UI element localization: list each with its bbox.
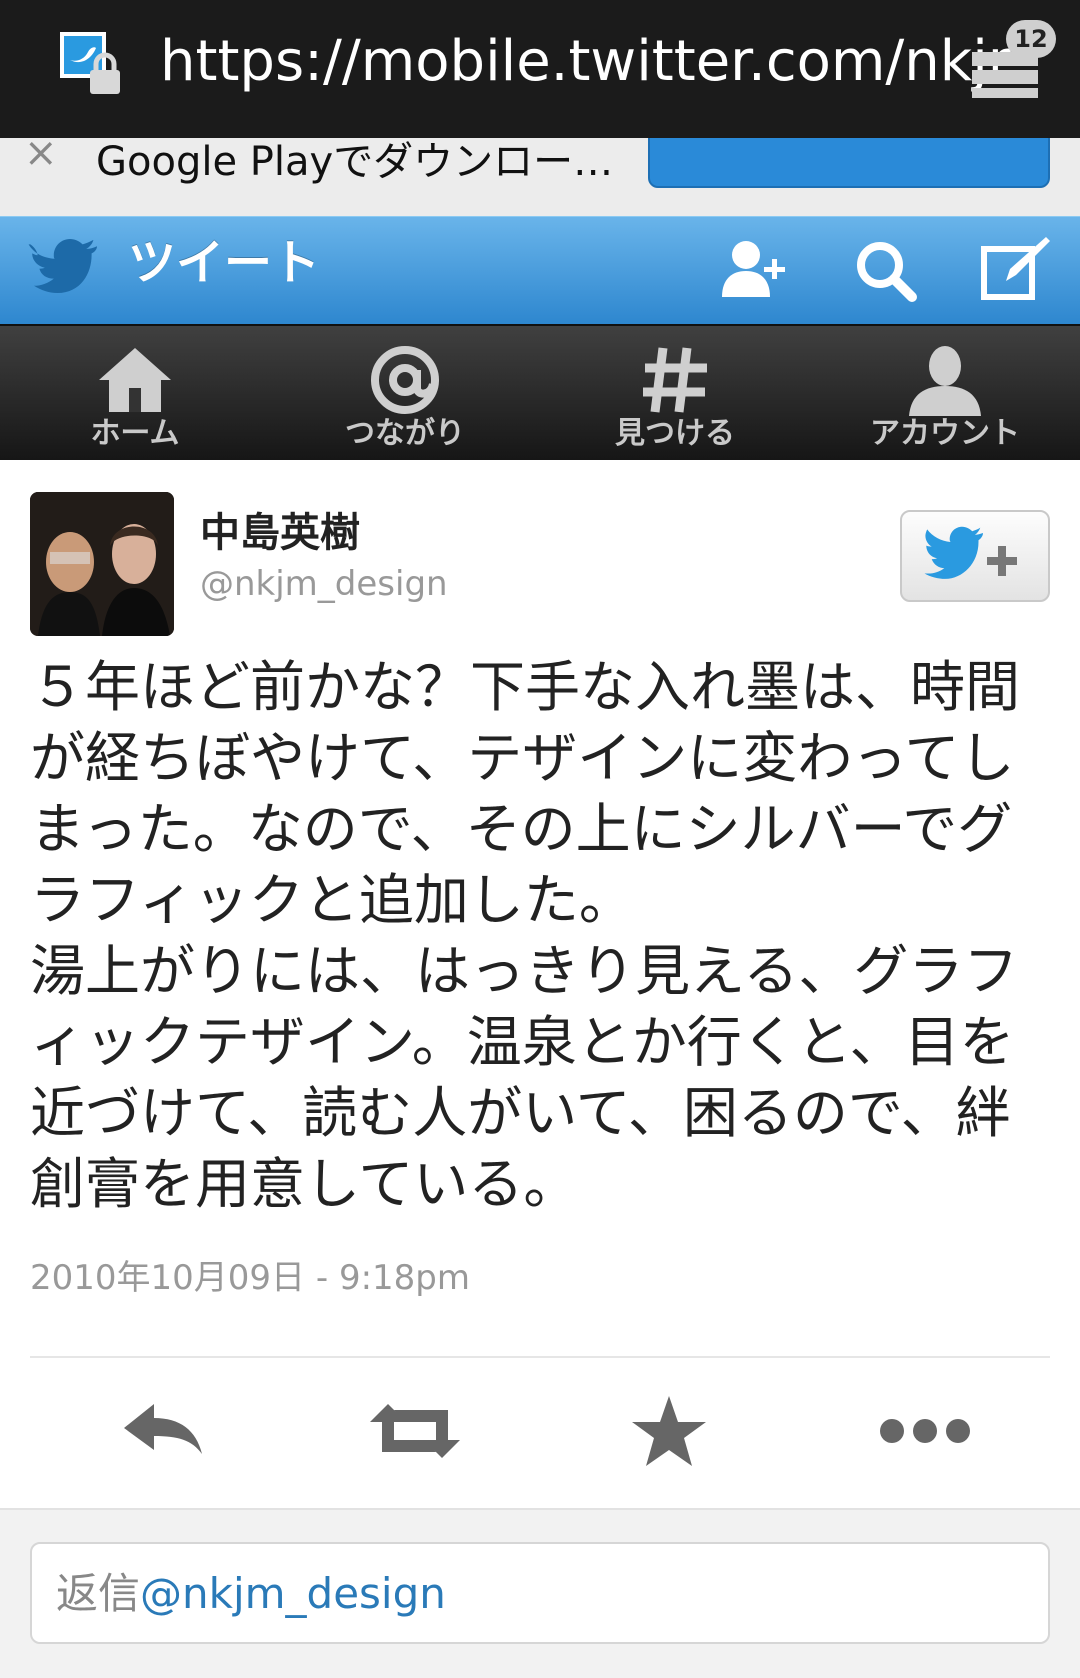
hash-icon xyxy=(643,347,707,413)
retweet-button[interactable] xyxy=(360,1386,470,1476)
browser-url-bar[interactable]: https://mobile.twitter.com/nkjr 12 xyxy=(0,0,1080,138)
retweet-icon xyxy=(370,1404,460,1458)
person-icon xyxy=(909,346,981,416)
url-text[interactable]: https://mobile.twitter.com/nkjr xyxy=(160,26,1011,98)
reply-input[interactable]: 返信@nkjm_design xyxy=(30,1542,1050,1644)
reply-input-text: 返信@nkjm_design xyxy=(56,1564,446,1624)
tweet-text: ５年ほど前かな？下手な入れ墨は、時間が経ちぼやけて、テザインに変わってしまった。… xyxy=(30,655,1021,1216)
main-nav: ホーム つながり 見つける アカウント xyxy=(0,324,1080,460)
nav-item-account[interactable]: アカウント xyxy=(810,326,1080,462)
tweet-timestamp[interactable]: 2010年10月09日 - 9:18pm xyxy=(30,1256,470,1300)
page-title: ツイート xyxy=(128,235,321,291)
divider xyxy=(30,1356,1050,1358)
star-icon xyxy=(632,1396,706,1466)
nav-label-home: ホーム xyxy=(90,416,180,451)
nav-label-connect: つながり xyxy=(345,416,465,451)
search-icon[interactable] xyxy=(850,235,924,305)
author-handle[interactable]: @nkjm_design xyxy=(200,562,448,606)
twitter-bird-icon[interactable] xyxy=(28,237,100,301)
reply-button[interactable] xyxy=(110,1386,220,1476)
avatar[interactable] xyxy=(30,492,174,636)
tab-count-badge: 12 xyxy=(1006,20,1056,58)
avatar-photo xyxy=(30,492,174,636)
reply-icon xyxy=(124,1404,202,1454)
more-icon xyxy=(880,1419,970,1443)
nav-item-connect[interactable]: つながり xyxy=(270,326,540,462)
app-download-banner: × Google Playでダウンロー… xyxy=(0,138,1080,216)
reply-mention: @nkjm_design xyxy=(140,1569,446,1618)
close-icon[interactable]: × xyxy=(24,138,58,176)
follow-button[interactable] xyxy=(900,510,1050,602)
banner-text: Google Playでダウンロー… xyxy=(96,139,614,185)
add-user-icon[interactable] xyxy=(716,235,790,305)
nav-label-discover: 見つける xyxy=(615,416,735,451)
at-icon xyxy=(371,346,439,414)
compose-icon[interactable] xyxy=(978,235,1052,305)
reply-prefix: 返信 xyxy=(56,1569,141,1618)
page-header: ツイート xyxy=(0,216,1080,324)
twitter-lock-icon xyxy=(60,32,120,94)
install-button[interactable] xyxy=(648,138,1050,188)
follow-bird-plus-icon xyxy=(924,526,1017,579)
nav-label-account: アカウント xyxy=(870,416,1020,451)
favorite-button[interactable] xyxy=(614,1386,724,1476)
home-icon xyxy=(99,348,171,412)
nav-item-home[interactable]: ホーム xyxy=(0,326,270,462)
reply-area: 返信@nkjm_design xyxy=(0,1508,1080,1678)
nav-item-discover[interactable]: 見つける xyxy=(540,326,810,462)
author-name[interactable]: 中島英樹 xyxy=(200,508,360,558)
more-button[interactable] xyxy=(870,1386,980,1476)
